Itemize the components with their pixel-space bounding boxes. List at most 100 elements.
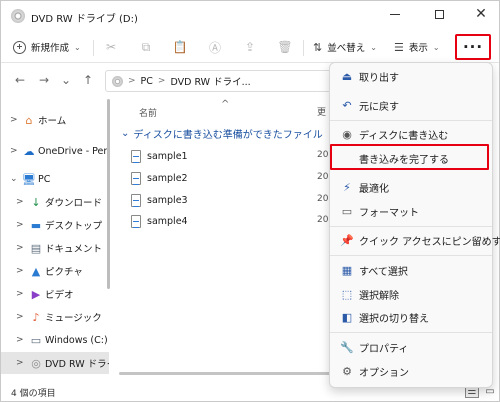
copy-icon[interactable]: ⧉ bbox=[139, 40, 153, 54]
maximize-icon bbox=[434, 9, 444, 19]
chevron-right-icon[interactable]: > bbox=[16, 197, 24, 207]
minimize-button[interactable] bbox=[377, 1, 413, 27]
menu-item-properties[interactable]: 🔧 プロパティ bbox=[334, 336, 490, 358]
close-button[interactable]: ✕ bbox=[463, 1, 499, 27]
file-icon bbox=[131, 193, 141, 207]
sidebar-scrollbar[interactable] bbox=[107, 99, 110, 289]
file-name: sample1 bbox=[147, 150, 188, 162]
list-item[interactable]: sample2 bbox=[131, 168, 188, 188]
cut-icon[interactable]: ✂ bbox=[104, 40, 118, 54]
breadcrumb-dvd-drive[interactable]: DVD RW ドライ... bbox=[170, 74, 250, 88]
invert-selection-icon: ◧ bbox=[341, 310, 353, 324]
chevron-right-icon[interactable]: > bbox=[16, 312, 24, 322]
chevron-right-icon[interactable]: > bbox=[16, 266, 24, 276]
see-more-button[interactable]: ··· bbox=[455, 34, 491, 60]
menu-item-label: フォーマット bbox=[359, 207, 419, 219]
new-label: 新規作成 bbox=[31, 43, 70, 54]
menu-item-undo[interactable]: ↶ 元に戻す bbox=[334, 94, 490, 116]
forward-icon[interactable]: → bbox=[37, 73, 51, 87]
delete-icon[interactable]: 🗑 bbox=[277, 40, 292, 54]
select-all-icon: ▦ bbox=[341, 263, 353, 277]
desktop-icon: ▬ bbox=[30, 218, 42, 232]
sidebar-item-label: デスクトップ bbox=[45, 221, 103, 232]
chevron-right-icon[interactable]: > bbox=[10, 146, 18, 156]
eject-icon: ⏏ bbox=[341, 69, 353, 83]
chevron-right-icon[interactable]: > bbox=[16, 243, 24, 253]
share-icon[interactable]: ⇪ bbox=[243, 40, 257, 54]
menu-item-select-none[interactable]: ⬚ 選択解除 bbox=[334, 283, 490, 305]
pc-icon: 🖥 bbox=[22, 172, 36, 186]
sort-icon: ⇅ bbox=[313, 40, 323, 54]
menu-item-select-all[interactable]: ▦ すべて選択 bbox=[334, 259, 490, 281]
sidebar-item-downloads[interactable]: > ↓ ダウンロード bbox=[1, 191, 109, 213]
menu-item-label: 選択の切り替え bbox=[359, 313, 429, 325]
column-header-name[interactable]: 名前 bbox=[139, 106, 157, 119]
sidebar-item-windows-c[interactable]: > ▭ Windows (C:) bbox=[1, 329, 109, 351]
menu-item-invert-selection[interactable]: ◧ 選択の切り替え bbox=[334, 306, 490, 328]
list-item[interactable]: sample3 bbox=[131, 190, 188, 210]
sidebar-item-dvd-drive[interactable]: > ◎ DVD RW ドライブ bbox=[1, 352, 109, 374]
menu-item-format[interactable]: ▭ フォーマット bbox=[334, 200, 490, 222]
breadcrumb-pc[interactable]: PC bbox=[141, 76, 153, 87]
chevron-down-icon: ⌄ bbox=[74, 42, 81, 52]
menu-item-optimize[interactable]: ⚡ 最適化 bbox=[334, 176, 490, 198]
videos-icon: ▶ bbox=[31, 287, 41, 301]
chevron-right-icon[interactable]: > bbox=[10, 115, 18, 125]
chevron-right-icon[interactable]: > bbox=[16, 335, 24, 345]
file-list: ^ 名前 ⌄ ディスクに書き込む準備ができたファイル sample1 sampl… bbox=[113, 99, 333, 381]
menu-item-label: オプション bbox=[359, 367, 409, 379]
chevron-right-icon[interactable]: > bbox=[16, 358, 24, 368]
sidebar-item-label: ドキュメント bbox=[45, 244, 103, 255]
group-header[interactable]: ⌄ ディスクに書き込む準備ができたファイル bbox=[121, 126, 323, 141]
sort-button[interactable]: ⇅ 並べ替え ⌄ bbox=[313, 36, 377, 58]
list-item[interactable]: sample1 bbox=[131, 146, 188, 166]
menu-item-options[interactable]: ⚙ オプション bbox=[334, 360, 490, 382]
sidebar-item-label: ダウンロード bbox=[45, 198, 103, 209]
back-icon[interactable]: ← bbox=[13, 73, 27, 87]
sort-ascending-icon: ^ bbox=[221, 99, 230, 110]
sidebar-item-pc[interactable]: ⌄ 🖥 PC bbox=[1, 168, 109, 190]
recent-locations-icon[interactable]: ⌄ bbox=[59, 73, 73, 87]
horizontal-scrollbar[interactable] bbox=[119, 372, 335, 375]
menu-item-burn-to-disc[interactable]: ◉ ディスクに書き込む bbox=[334, 123, 490, 145]
menu-item-pin-quick-access[interactable]: 📌 クイック アクセスにピン留めする bbox=[334, 229, 500, 251]
column-header-date[interactable]: 更 bbox=[317, 105, 326, 118]
sidebar-item-onedrive[interactable]: > ☁ OneDrive - Perso bbox=[1, 140, 109, 162]
chevron-right-icon[interactable]: > bbox=[16, 289, 24, 299]
address-bar[interactable]: > PC > DVD RW ドライ... bbox=[105, 70, 331, 92]
paste-icon[interactable]: 📋 bbox=[173, 40, 188, 54]
sidebar-item-label: PC bbox=[38, 173, 51, 185]
explorer-window: DVD RW ドライブ (D:) ✕ 新規作成 ⌄ ✂ ⧉ 📋 Ⓐ ⇪ 🗑 ⇅ … bbox=[0, 0, 500, 402]
sidebar-item-desktop[interactable]: > ▬ デスクトップ bbox=[1, 214, 109, 236]
sidebar-item-label: ピクチャ bbox=[45, 267, 83, 278]
chevron-down-icon[interactable]: ⌄ bbox=[10, 174, 18, 184]
drive-icon: ▭ bbox=[30, 333, 42, 347]
new-button[interactable]: 新規作成 ⌄ bbox=[13, 36, 81, 58]
menu-item-label: 取り出す bbox=[359, 72, 399, 84]
file-icon bbox=[131, 171, 141, 185]
sidebar-item-music[interactable]: > ♪ ミュージック bbox=[1, 306, 109, 328]
maximize-button[interactable] bbox=[421, 1, 457, 27]
list-item[interactable]: sample4 bbox=[131, 211, 188, 231]
file-date: 20 bbox=[317, 215, 329, 225]
toolbar-divider bbox=[303, 40, 304, 56]
menu-item-eject[interactable]: ⏏ 取り出す bbox=[334, 65, 490, 87]
pictures-icon: ▲ bbox=[31, 264, 41, 278]
item-count: 4 個の項目 bbox=[11, 389, 56, 399]
chevron-right-icon[interactable]: > bbox=[16, 220, 24, 230]
close-icon: ✕ bbox=[475, 6, 487, 22]
minimize-icon bbox=[390, 13, 400, 15]
sidebar-item-pictures[interactable]: > ▲ ピクチャ bbox=[1, 260, 109, 282]
optimize-icon: ⚡ bbox=[343, 180, 351, 194]
sidebar-item-videos[interactable]: > ▶ ビデオ bbox=[1, 283, 109, 305]
menu-item-label: クイック アクセスにピン留めする bbox=[359, 236, 500, 248]
sidebar-item-home[interactable]: > ⌂ ホーム bbox=[1, 109, 109, 131]
view-button[interactable]: ☰ 表示 ⌄ bbox=[394, 36, 440, 58]
menu-divider bbox=[330, 226, 492, 227]
sidebar-item-documents[interactable]: > ▤ ドキュメント bbox=[1, 237, 109, 259]
rename-icon[interactable]: Ⓐ bbox=[208, 40, 222, 55]
menu-divider bbox=[330, 255, 492, 256]
up-icon[interactable]: ↑ bbox=[81, 73, 95, 87]
navigation-pane: > ⌂ ホーム > ☁ OneDrive - Perso ⌄ 🖥 PC > ↓ … bbox=[1, 99, 109, 381]
cloud-icon: ☁ bbox=[23, 144, 35, 158]
